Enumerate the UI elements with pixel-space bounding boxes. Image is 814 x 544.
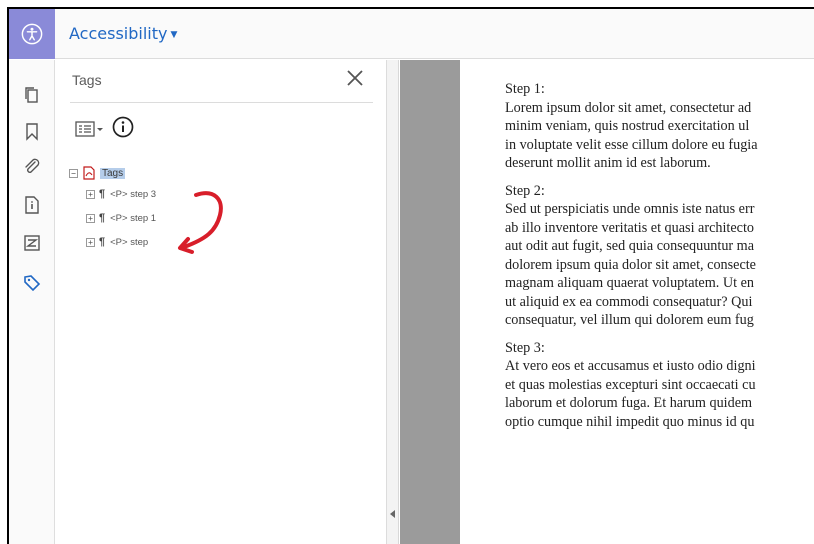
- paragraph-icon: ¶: [99, 188, 106, 200]
- tree-item[interactable]: + ¶ <P> step 1: [69, 206, 156, 230]
- text-line: et quas molestias excepturi sint occaeca…: [505, 376, 756, 393]
- accessibility-tool-tile[interactable]: [9, 9, 55, 59]
- divider: [70, 102, 373, 103]
- document-properties-icon[interactable]: [22, 194, 42, 216]
- accessibility-icon: [21, 23, 43, 45]
- attachment-icon[interactable]: [22, 156, 42, 178]
- text-line: minim veniam, quis nostrud exercitation …: [505, 118, 750, 134]
- page-gutter: [400, 60, 460, 544]
- toolbar: Accessibility ▼: [9, 9, 814, 59]
- step-section: Step 2: Sed ut perspiciatis unde omnis i…: [505, 182, 814, 330]
- text-line: laborum et dolorum fuga. Et harum quidem: [505, 395, 753, 411]
- text-line: At vero eos et accusamus et iusto odio d…: [505, 358, 756, 374]
- app-window: Accessibility ▼ Tags − Tags + ¶ <P> step…: [7, 7, 814, 544]
- step-section: Step 3: At vero eos et accusamus et iust…: [505, 339, 814, 432]
- step-heading: Step 1:: [505, 81, 545, 97]
- panel-collapse-handle[interactable]: [387, 60, 399, 544]
- content-icon[interactable]: [22, 232, 42, 254]
- annotation-arrow: [178, 191, 223, 254]
- tree-item-label: <P> step: [110, 236, 149, 248]
- step-heading: Step 2:: [505, 182, 545, 199]
- tree-root[interactable]: − Tags: [69, 164, 156, 182]
- step-heading: Step 3:: [505, 339, 545, 356]
- info-icon[interactable]: [112, 116, 134, 138]
- expand-toggle[interactable]: +: [86, 189, 95, 199]
- pages-icon[interactable]: [22, 84, 42, 106]
- document-page: Step 1: Lorem ipsum dolor sit amet, cons…: [460, 60, 814, 544]
- tree-item-label: <P> step 3: [110, 188, 157, 200]
- options-list-icon: [75, 121, 103, 137]
- text-line: dolorem ipsum quia dolor sit amet, conse…: [505, 256, 756, 273]
- bookmark-icon[interactable]: [22, 120, 42, 142]
- text-line: Sed ut perspiciatis unde omnis iste natu…: [505, 201, 755, 217]
- collapse-toggle[interactable]: −: [69, 168, 78, 178]
- tags-tree: − Tags + ¶ <P> step 3 + ¶ <P> step 1 + ¶: [69, 164, 156, 254]
- text-line: consequatur, vel illum qui dolorem eum f…: [505, 312, 754, 328]
- tree-item-label: <P> step 1: [110, 212, 157, 224]
- left-navigation-rail: [9, 60, 55, 544]
- paragraph-icon: ¶: [99, 236, 106, 248]
- text-line: deserunt mollit anim id est laborum.: [505, 155, 711, 171]
- expand-toggle[interactable]: +: [86, 213, 95, 223]
- text-line: ab illo inventore veritatis et quasi arc…: [505, 219, 754, 236]
- tree-item[interactable]: + ¶ <P> step: [69, 230, 156, 254]
- text-line: ut aliquid ex ea commodi consequatur? Qu…: [505, 293, 753, 310]
- document-area: Step 1: Lorem ipsum dolor sit amet, cons…: [400, 60, 814, 544]
- tags-panel: Tags − Tags + ¶ <P> step 3 + ¶ <P> step …: [56, 60, 387, 544]
- document-text: Step 1: Lorem ipsum dolor sit amet, cons…: [505, 80, 814, 440]
- tree-item[interactable]: + ¶ <P> step 3: [69, 182, 156, 206]
- accessibility-menu-label: Accessibility: [69, 24, 168, 43]
- options-menu-button[interactable]: [75, 118, 109, 140]
- text-line: Lorem ipsum dolor sit amet, consectetur …: [505, 99, 752, 116]
- text-line: optio cumque nihil impedit quo minus id …: [505, 413, 755, 430]
- expand-toggle[interactable]: +: [86, 237, 95, 247]
- tree-root-label: Tags: [100, 167, 126, 179]
- text-line: magnam aliquam quaerat voluptatem. Ut en: [505, 275, 754, 291]
- chevron-down-icon: ▼: [170, 30, 178, 40]
- pdf-tags-icon: [83, 166, 95, 180]
- text-line: in voluptate velit esse cillum dolore eu…: [505, 136, 758, 153]
- collapse-arrow-icon[interactable]: [390, 510, 395, 518]
- step-section: Step 1: Lorem ipsum dolor sit amet, cons…: [505, 80, 814, 173]
- paragraph-icon: ¶: [99, 212, 106, 224]
- panel-title: Tags: [72, 72, 102, 88]
- text-line: aut odit aut fugit, sed quia consequuntu…: [505, 238, 755, 254]
- tags-icon[interactable]: [22, 272, 42, 294]
- accessibility-menu[interactable]: Accessibility ▼: [69, 24, 177, 43]
- close-icon[interactable]: [345, 68, 365, 88]
